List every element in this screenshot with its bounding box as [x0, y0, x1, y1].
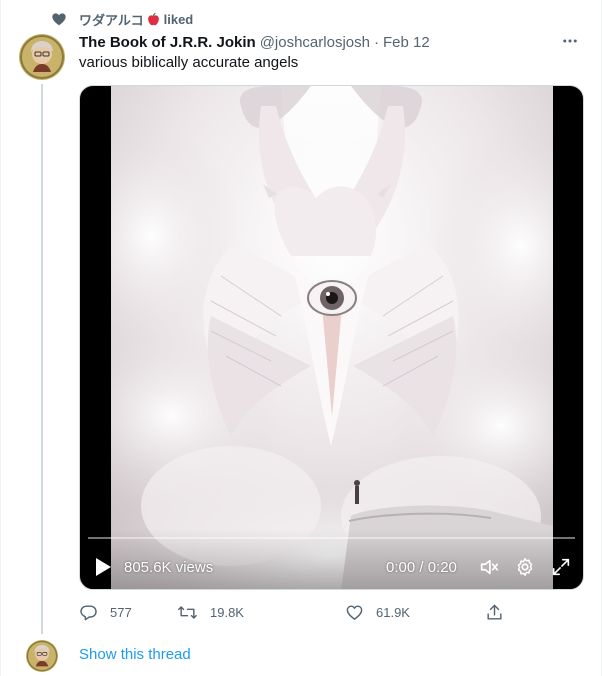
video-time: 0:00 / 0:20	[386, 559, 457, 576]
more-horizontal-icon	[563, 39, 577, 43]
volume-muted-icon[interactable]	[478, 556, 500, 578]
thread-line	[41, 84, 43, 634]
social-action-label: liked	[163, 11, 194, 27]
show-thread-link[interactable]: Show this thread	[79, 646, 191, 663]
play-icon[interactable]	[94, 557, 112, 577]
reply-icon	[80, 604, 97, 620]
heart-outline-icon	[346, 604, 363, 620]
social-context: ワダアルコ liked	[51, 10, 193, 28]
thread-author-avatar[interactable]	[26, 640, 58, 672]
progress-bar[interactable]	[88, 537, 575, 539]
fullscreen-icon[interactable]	[550, 556, 572, 578]
author-display-name[interactable]: The Book of J.R.R. Jokin	[79, 34, 256, 51]
retweet-count: 19.8K	[210, 604, 244, 620]
red-apple-icon	[146, 12, 161, 27]
share-button[interactable]	[485, 600, 516, 624]
reply-count: 577	[110, 604, 132, 620]
retweet-icon	[178, 605, 197, 619]
retweet-button[interactable]: 19.8K	[177, 600, 244, 624]
tweet-text: various biblically accurate angels	[79, 54, 299, 71]
tweet-date[interactable]: Feb 12	[383, 34, 430, 51]
header-separator: ·	[373, 33, 379, 51]
settings-gear-icon[interactable]	[514, 556, 536, 578]
author-avatar[interactable]	[19, 34, 65, 80]
share-icon	[487, 604, 502, 620]
tweet-header: The Book of J.R.R. Jokin @joshcarlosjosh…	[79, 32, 581, 52]
tweet-actions: 577 19.8K 61.9K	[79, 600, 509, 624]
video-frame-image	[111, 86, 553, 589]
like-button[interactable]: 61.9K	[345, 600, 410, 624]
reply-button[interactable]: 577	[79, 600, 132, 624]
tweet-frame: ワダアルコ liked The Book of J.R.R. Jokin @jo…	[0, 0, 602, 676]
video-controls: 805.6K views 0:00 / 0:20	[80, 529, 583, 589]
view-count: 805.6K views	[124, 559, 214, 576]
author-handle[interactable]: @joshcarlosjosh	[260, 34, 370, 51]
like-count: 61.9K	[376, 604, 410, 620]
liker-name[interactable]: ワダアルコ	[79, 10, 144, 29]
video-player[interactable]: 805.6K views 0:00 / 0:20	[79, 85, 584, 590]
heart-filled-icon	[51, 11, 67, 27]
more-options-button[interactable]	[559, 30, 581, 52]
